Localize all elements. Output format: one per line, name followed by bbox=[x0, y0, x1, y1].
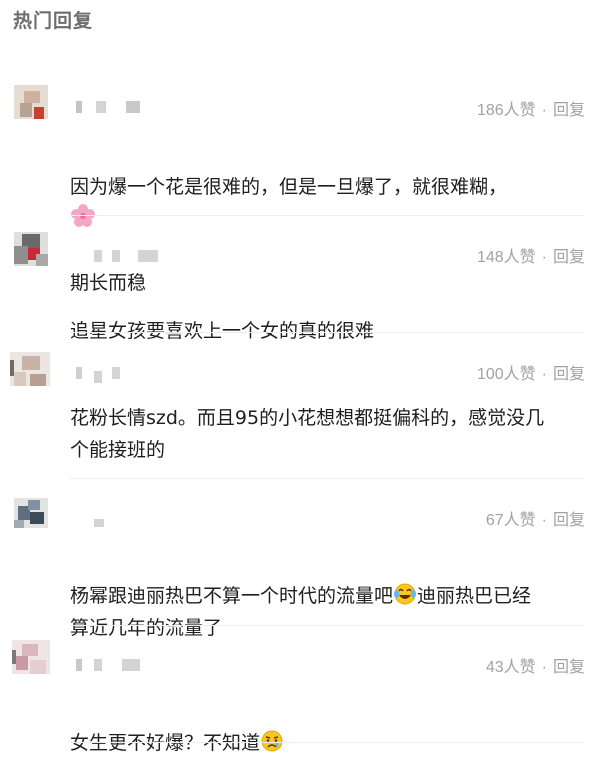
comment-meta: 43人赞 · 回复 bbox=[486, 653, 585, 677]
divider bbox=[70, 478, 584, 479]
reply-button[interactable]: 回复 bbox=[553, 102, 585, 119]
comment-text: 因为爆一个花是很难的，但是一旦爆了，就很难糊， 期长而稳 bbox=[70, 139, 590, 299]
like-count[interactable]: 100人赞 bbox=[477, 366, 536, 383]
separator: · bbox=[541, 249, 547, 266]
divider bbox=[70, 215, 584, 216]
reply-button[interactable]: 回复 bbox=[553, 366, 585, 383]
separator: · bbox=[541, 366, 547, 383]
reply-button[interactable]: 回复 bbox=[553, 659, 585, 676]
cherry-blossom-icon bbox=[71, 204, 95, 227]
avatar[interactable] bbox=[14, 85, 48, 119]
divider bbox=[70, 625, 584, 626]
separator: · bbox=[541, 512, 547, 529]
divider bbox=[70, 742, 584, 743]
avatar[interactable] bbox=[14, 498, 48, 532]
like-count[interactable]: 148人赞 bbox=[477, 249, 536, 266]
comment-text: 追星女孩要喜欢上一个女的真的很难 bbox=[70, 283, 590, 347]
comment-text: 杨幂跟迪丽热巴不算一个时代的流量吧 迪丽热巴已经 算近几年的流量了 bbox=[70, 548, 590, 644]
comment-text: 花粉长情szd。而且95的小花想想都挺偏科的，感觉没几 个能接班的 bbox=[70, 407, 545, 461]
like-count[interactable]: 67人赞 bbox=[486, 512, 536, 529]
comment-meta: 67人赞 · 回复 bbox=[486, 506, 585, 530]
avatar[interactable] bbox=[14, 232, 48, 266]
divider bbox=[70, 332, 584, 333]
comment-text-line: 追星女孩要喜欢上一个女的真的很难 bbox=[70, 320, 375, 342]
comment-text-line: 因为爆一个花是很难的，但是一旦爆了，就很难糊， bbox=[70, 176, 508, 198]
avatar[interactable] bbox=[10, 352, 50, 386]
section-title: 热门回复 bbox=[13, 10, 94, 32]
comment-text-line: 女生更不好爆？不知道 bbox=[70, 732, 261, 754]
crying-face-icon bbox=[261, 730, 283, 752]
like-count[interactable]: 186人赞 bbox=[477, 102, 536, 119]
comment-text: 女生更不好爆？不知道 bbox=[70, 695, 590, 759]
comment-meta: 186人赞 · 回复 bbox=[477, 96, 585, 120]
tears-of-joy-icon bbox=[394, 583, 417, 605]
reply-button[interactable]: 回复 bbox=[553, 512, 585, 529]
avatar[interactable] bbox=[12, 640, 50, 674]
reply-button[interactable]: 回复 bbox=[553, 249, 585, 266]
comment-meta: 100人赞 · 回复 bbox=[477, 360, 585, 384]
separator: · bbox=[541, 102, 547, 119]
comment-meta: 148人赞 · 回复 bbox=[477, 243, 585, 267]
like-count[interactable]: 43人赞 bbox=[486, 659, 536, 676]
separator: · bbox=[541, 659, 547, 676]
comment-text-line: 杨幂跟迪丽热巴不算一个时代的流量吧 bbox=[70, 585, 394, 607]
